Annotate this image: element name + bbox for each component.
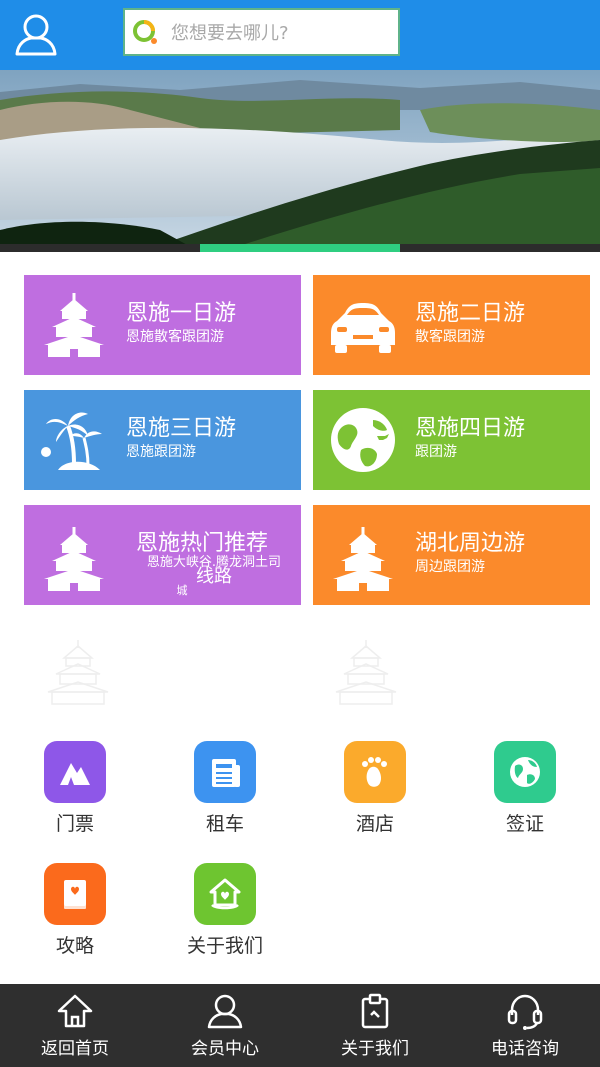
top-header: 您想要去哪儿? bbox=[0, 0, 600, 70]
tile-subtitle: 恩施散客跟团游 bbox=[126, 329, 224, 345]
home-icon bbox=[57, 994, 93, 1028]
newspaper-icon bbox=[212, 759, 240, 787]
tile-title: 恩施四日游 bbox=[415, 416, 526, 441]
heart-home-icon bbox=[209, 878, 241, 910]
quick-about-us[interactable]: 关于我们 bbox=[170, 863, 280, 963]
nav-label: 电话咨询 bbox=[491, 1039, 559, 1059]
search-logo-icon bbox=[133, 20, 157, 44]
book-icon bbox=[64, 880, 86, 909]
nav-label: 返回首页 bbox=[41, 1039, 109, 1059]
pagoda-icon bbox=[44, 293, 104, 357]
user-profile-button[interactable] bbox=[10, 8, 62, 60]
tile-subtitle: 恩施跟团游 bbox=[126, 444, 196, 460]
bottom-nav: 返回首页 会员中心 关于我们 电话咨询 bbox=[0, 984, 600, 1067]
car-icon bbox=[331, 303, 395, 353]
quick-car-rental[interactable]: 租车 bbox=[170, 741, 280, 841]
nav-member-center[interactable]: 会员中心 bbox=[150, 984, 300, 1067]
faded-pagoda-icon bbox=[47, 640, 109, 705]
tile-enshi-4-day[interactable]: 恩施四日游 跟团游 bbox=[313, 390, 590, 490]
tile-title: 恩施一日游 bbox=[126, 301, 237, 326]
quick-icon-box bbox=[494, 741, 556, 803]
banner-carousel[interactable] bbox=[0, 70, 600, 252]
tile-enshi-2-day[interactable]: 恩施二日游 散客跟团游 bbox=[313, 275, 590, 375]
quick-icon-box bbox=[194, 741, 256, 803]
nav-home[interactable]: 返回首页 bbox=[0, 984, 150, 1067]
quick-visa[interactable]: 签证 bbox=[470, 741, 580, 841]
nav-label: 关于我们 bbox=[341, 1039, 409, 1059]
pagoda-icon bbox=[44, 527, 104, 591]
tile-subtitle: 周边跟团游 bbox=[415, 559, 485, 575]
nav-about-us[interactable]: 关于我们 bbox=[300, 984, 450, 1067]
quick-hotel[interactable]: 酒店 bbox=[320, 741, 430, 841]
tile-enshi-3-day[interactable]: 恩施三日游 恩施跟团游 bbox=[24, 390, 301, 490]
search-placeholder: 您想要去哪儿? bbox=[171, 23, 289, 44]
globe-icon bbox=[331, 408, 395, 472]
tile-subtitle: 跟团游 bbox=[415, 444, 457, 460]
tile-subtitle: 恩施大峡谷.腾龙洞土司 线路 城 bbox=[130, 556, 298, 598]
user-icon bbox=[207, 994, 243, 1029]
nav-label: 会员中心 bbox=[191, 1039, 259, 1059]
banner-landscape-image bbox=[0, 70, 600, 252]
palm-tree-icon bbox=[41, 412, 102, 470]
carousel-indicator-active bbox=[200, 244, 400, 252]
tile-title: 湖北周边游 bbox=[415, 531, 526, 556]
quick-guide[interactable]: 攻略 bbox=[20, 863, 130, 963]
quick-icon-box bbox=[44, 863, 106, 925]
quick-icon-box bbox=[344, 741, 406, 803]
nav-phone-consult[interactable]: 电话咨询 bbox=[450, 984, 600, 1067]
tile-subtitle-line2: 线路 bbox=[196, 566, 232, 587]
tile-hubei-nearby[interactable]: 湖北周边游 周边跟团游 bbox=[313, 505, 590, 605]
user-icon bbox=[15, 14, 57, 56]
clipboard-icon bbox=[361, 993, 389, 1029]
search-box[interactable]: 您想要去哪儿? bbox=[123, 8, 400, 56]
tile-enshi-1-day[interactable]: 恩施一日游 恩施散客跟团游 bbox=[24, 275, 301, 375]
tile-title: 恩施热门推荐 bbox=[136, 531, 269, 556]
quick-label: 攻略 bbox=[55, 935, 94, 957]
quick-icon-box bbox=[194, 863, 256, 925]
globe-icon bbox=[510, 757, 540, 787]
tile-title: 恩施二日游 bbox=[415, 301, 526, 326]
quick-tickets[interactable]: 门票 bbox=[20, 741, 130, 841]
faded-pagoda-icon bbox=[335, 640, 397, 705]
quick-label: 酒店 bbox=[355, 813, 394, 835]
quick-label: 门票 bbox=[55, 813, 94, 835]
carousel-indicator bbox=[0, 244, 600, 252]
footprint-icon bbox=[362, 757, 387, 787]
quick-icon-box bbox=[44, 741, 106, 803]
mountain-ticket-icon bbox=[60, 763, 90, 785]
tile-enshi-hot[interactable]: 恩施热门推荐 恩施大峡谷.腾龙洞土司 线路 城 bbox=[24, 505, 301, 605]
tile-subtitle-line3: 城 bbox=[176, 584, 188, 597]
pagoda-icon bbox=[333, 527, 393, 591]
tile-subtitle: 散客跟团游 bbox=[415, 329, 485, 345]
quick-label: 关于我们 bbox=[186, 935, 263, 957]
quick-label: 租车 bbox=[205, 813, 244, 835]
tile-title: 恩施三日游 bbox=[126, 416, 237, 441]
headset-icon bbox=[507, 994, 543, 1030]
quick-label: 签证 bbox=[505, 813, 544, 835]
